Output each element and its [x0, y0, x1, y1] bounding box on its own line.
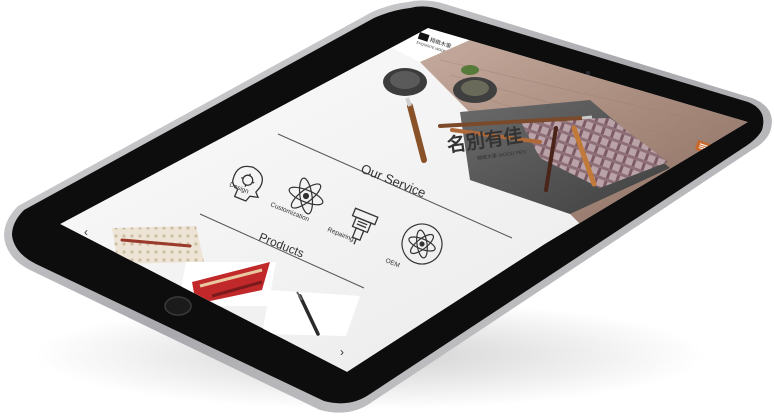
chevron-right-icon[interactable]: › — [340, 345, 344, 359]
front-camera — [586, 71, 590, 75]
hero-plant — [461, 65, 479, 75]
hero-stone-dish-1-inner — [390, 71, 420, 89]
home-button[interactable] — [164, 296, 192, 316]
product-card-3[interactable] — [262, 290, 360, 336]
stage: 精緻木筆 EXQUISITE WOOD PEN 名別有佳 精緻木筆 WOOD P… — [0, 0, 774, 420]
tablet-device: 精緻木筆 EXQUISITE WOOD PEN 名別有佳 精緻木筆 WOOD P… — [4, 0, 772, 413]
product-image-3 — [262, 290, 360, 336]
hero-stone-dish-2-inner — [461, 80, 489, 96]
